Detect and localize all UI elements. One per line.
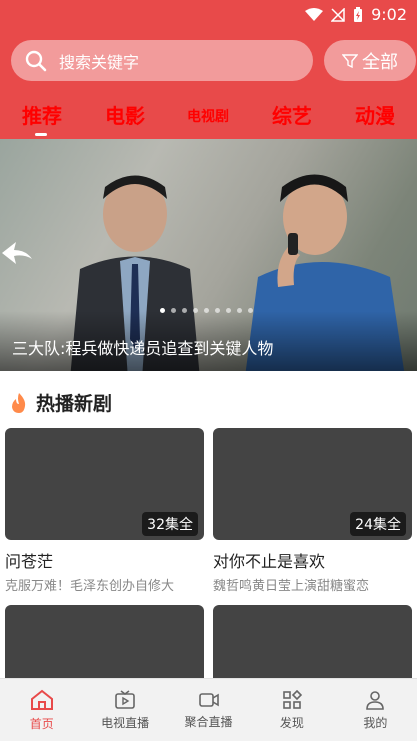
nav-profile[interactable]: 我的 [334,679,417,741]
episode-badge: 24集全 [350,512,406,536]
nav-aggregate-live[interactable]: 聚合直播 [167,679,250,741]
carousel-dot[interactable] [193,308,198,313]
tab-variety[interactable]: 综艺 [272,100,312,129]
carousel-dot[interactable] [204,308,209,313]
nav-label: 发现 [279,715,304,730]
tab-recommend[interactable]: 推荐 [22,100,62,129]
carousel-dot[interactable] [226,308,231,313]
tab-movies[interactable]: 电影 [105,100,145,129]
battery-charging-icon [354,6,363,22]
series-subtitle: 克服万难！毛泽东创办自修大 [5,579,175,594]
search-icon [25,50,47,71]
back-arrow-icon[interactable] [0,239,34,267]
section-header: 热播新剧 [10,389,112,416]
tab-indicator [35,133,47,136]
wifi-icon [305,7,324,21]
carousel-dot[interactable] [160,308,165,313]
carousel-dot[interactable] [248,308,253,313]
nav-label: 电视直播 [101,715,150,730]
banner-caption: 三大队:程兵做快递员追查到关键人物 [12,339,274,358]
app-header: 9:02 搜索关键字 全部 推荐 电影 电视剧 综艺 动漫 [0,0,417,139]
section-title: 热播新剧 [36,393,113,415]
nav-discover[interactable]: 发现 [250,679,333,741]
status-bar: 9:02 [0,0,417,30]
category-tabs: 推荐 电影 电视剧 综艺 动漫 [0,100,417,136]
filter-button[interactable]: 全部 [324,40,416,81]
nav-label: 聚合直播 [184,714,233,729]
nav-tv-live[interactable]: 电视直播 [83,679,166,741]
series-title[interactable]: 问苍茫 [5,548,204,572]
filter-icon [342,53,358,68]
bottom-navigation: 首页 电视直播 聚合直播 发现 我的 [0,678,417,741]
carousel-dot[interactable] [171,308,176,313]
featured-banner[interactable]: 三大队:程兵做快递员追查到关键人物 [0,139,417,371]
carousel-dot[interactable] [237,308,242,313]
episode-badge: 32集全 [142,512,198,536]
nav-label: 首页 [29,716,54,731]
nav-home[interactable]: 首页 [0,679,83,741]
flame-icon [12,392,26,413]
search-bar[interactable]: 搜索关键字 [11,40,313,81]
series-card[interactable]: 32集全 问苍茫 克服万难！毛泽东创办自修大 [5,428,204,594]
user-icon [366,690,385,710]
tv-icon [115,689,135,709]
series-card[interactable]: 24集全 对你不止是喜欢 魏哲鸣黄日莹上演甜糖蜜恋 [213,428,412,594]
series-title[interactable]: 对你不止是喜欢 [213,548,412,572]
nav-label: 我的 [363,715,388,730]
series-thumbnail[interactable]: 24集全 [213,428,412,540]
video-camera-icon [198,692,219,707]
carousel-dot[interactable] [215,308,220,313]
tab-tv-series[interactable]: 电视剧 [187,106,229,126]
discover-grid-icon [283,689,302,709]
search-placeholder: 搜索关键字 [59,52,140,72]
tab-anime[interactable]: 动漫 [355,100,395,129]
carousel-dot[interactable] [182,308,187,313]
carousel-dots [160,308,253,313]
home-icon [30,689,53,710]
filter-label: 全部 [362,51,398,73]
series-thumbnail[interactable]: 32集全 [5,428,204,540]
no-signal-icon [331,7,345,22]
series-subtitle: 魏哲鸣黄日莹上演甜糖蜜恋 [213,579,370,594]
status-time: 9:02 [371,5,407,24]
